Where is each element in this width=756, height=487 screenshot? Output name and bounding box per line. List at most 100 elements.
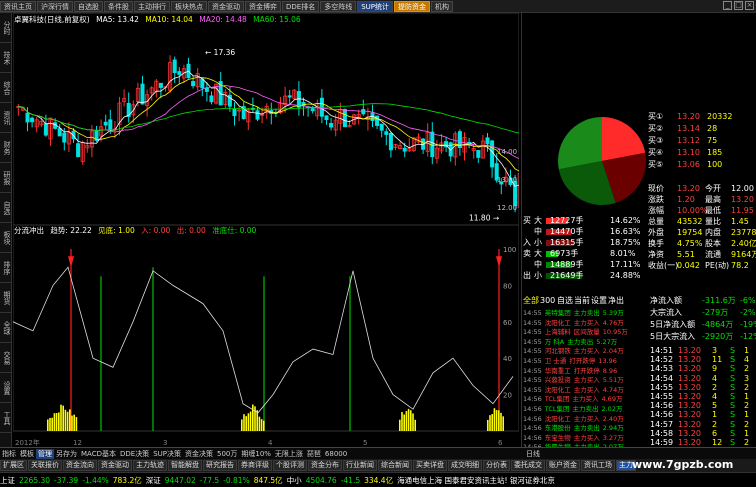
feed-row[interactable]: 14:55 河北钢铁 主力买入 2.04万: [523, 346, 627, 356]
function-toolbar-item[interactable]: 成交明细: [448, 460, 482, 471]
feed-row[interactable]: 14:56 东港股份 主力卖出 2.94万: [523, 423, 627, 433]
function-toolbar-item[interactable]: 账户资金: [546, 460, 580, 471]
indicator-toolbar-item[interactable]: 资金决策: [183, 449, 215, 459]
sh-pct: -1.44%: [82, 475, 109, 485]
function-toolbar-item[interactable]: 扩展区: [0, 460, 27, 471]
rail-item[interactable]: 工具: [0, 403, 12, 433]
indicator-toolbar-item[interactable]: 另存为: [54, 449, 79, 459]
ma10-label: MA10: 14.04: [145, 15, 193, 24]
feed-row[interactable]: 14:56 东宝生物 主力买入 3.27万: [523, 433, 627, 443]
nav-tab[interactable]: 资讯主页: [0, 0, 36, 12]
maximize-icon[interactable]: □: [734, 1, 743, 10]
rail-item[interactable]: 设置: [0, 373, 12, 403]
rail-item[interactable]: 分时: [0, 13, 12, 43]
feed-row[interactable]: 14:55 英特集团 主力卖出 5.39万: [523, 308, 627, 318]
indicator-toolbar-item[interactable]: 68000: [323, 450, 349, 458]
indicator-toolbar-item[interactable]: 琵琶: [305, 449, 323, 459]
indicator-toolbar-item[interactable]: 期缠10%: [239, 449, 273, 459]
flow-side: 买: [523, 216, 531, 225]
function-toolbar-item[interactable]: 关联报价: [28, 460, 62, 471]
function-toolbar-item[interactable]: 研究报告: [203, 460, 237, 471]
indicator-toolbar-item[interactable]: 模板: [18, 449, 36, 459]
indicator-toolbar-item[interactable]: DDE决策: [118, 449, 151, 459]
nav-tab[interactable]: SUP统计: [357, 0, 393, 12]
feed-tab[interactable]: 设置: [591, 296, 607, 306]
feed-row[interactable]: 14:56 TCL集团 主力卖出 2.02万: [523, 404, 625, 414]
rail-item[interactable]: 研报: [0, 163, 12, 193]
feed-row[interactable]: 14:56 TCL集团 主力买入 4.69万: [523, 394, 625, 404]
nav-tab[interactable]: DDE排名: [282, 0, 320, 12]
rail-item[interactable]: 交易: [0, 343, 12, 373]
function-toolbar-item[interactable]: 委托成交: [511, 460, 545, 471]
flow-size: 中: [534, 227, 542, 236]
feed-row[interactable]: 14:55 华南重工 打开跌停 8.96: [523, 366, 620, 376]
nav-tab[interactable]: 资金博弈: [245, 0, 281, 12]
rail-item[interactable]: 资讯: [0, 103, 12, 133]
indicator-toolbar-item[interactable]: 无限上涨: [273, 449, 305, 459]
stat-key2: 今开: [705, 184, 721, 193]
yellow-bar: [256, 410, 258, 431]
feed-row[interactable]: 14:55 沈阳化工 主力买入 4.76万: [523, 318, 627, 328]
feed-row[interactable]: 14:55 兴蓉投资 主力买入 5.51万: [523, 375, 627, 385]
indicator-toolbar-item[interactable]: SUP决策: [151, 449, 183, 459]
nav-tab[interactable]: 多空阵线: [320, 0, 357, 12]
nav-tab[interactable]: 资金驱动: [208, 0, 244, 12]
rail-item[interactable]: 板块: [0, 223, 12, 253]
feed-tab[interactable]: 全部: [523, 296, 539, 306]
feed-row[interactable]: 14:56 沈阳化工 主力买入 2.40万: [523, 414, 627, 424]
feed-tab[interactable]: 300: [540, 296, 555, 306]
feed-row[interactable]: 14:55 上海辅料 区间放量 10.95万: [523, 327, 631, 337]
feed-tab[interactable]: 当前: [574, 296, 590, 306]
close-icon[interactable]: ×: [745, 1, 754, 10]
function-toolbar-item[interactable]: 买卖详盘: [413, 460, 447, 471]
ind-trend: 趋势: 22.22: [50, 226, 92, 235]
feed-t: 14:55: [523, 376, 542, 385]
feed-row[interactable]: 14:55 万 科A 主力卖出 5.27万: [523, 337, 620, 347]
nav-tab[interactable]: 提防资金: [394, 0, 430, 12]
function-toolbar-item[interactable]: 行业新闻: [343, 460, 377, 471]
nav-tab[interactable]: 自选股: [74, 0, 103, 12]
kline-chart-area[interactable]: 14.00 13.00 12.00 ← 17.36 11.80 → 100 80 60 40 20…: [13, 13, 519, 447]
rail-item[interactable]: 全球: [0, 313, 12, 343]
function-toolbar-item[interactable]: 综合新闻: [378, 460, 412, 471]
indicator-toolbar-item[interactable]: 管理: [36, 448, 54, 459]
stat-value2: 11.95: [731, 206, 754, 215]
nav-tab[interactable]: 条件股: [104, 0, 133, 12]
function-toolbar-item[interactable]: 资金驱动: [98, 460, 132, 471]
function-toolbar-item[interactable]: 主力轨迹: [133, 460, 167, 471]
feed-tab[interactable]: 自选: [557, 296, 573, 306]
function-toolbar-item[interactable]: 资金分布: [308, 460, 342, 471]
ma60-label: MA60: 15.06: [253, 15, 301, 24]
function-toolbar-item[interactable]: 资讯工场: [581, 460, 615, 471]
nav-tab[interactable]: 主动排行: [134, 0, 170, 12]
rail-item[interactable]: 自选: [0, 193, 12, 223]
function-toolbar-item[interactable]: 分价表: [483, 460, 510, 471]
watermark: www.7gpzb.com: [632, 458, 734, 471]
rail-item[interactable]: 排序: [0, 253, 12, 283]
status-bar: 上证 2265.30 -37.39 -1.44% 783.2亿 深证 9447.…: [0, 472, 756, 487]
feed-row[interactable]: 14:55 卫 士通 打开跌停 13.96: [523, 356, 620, 366]
flow-side: 入: [523, 238, 531, 247]
nav-tab[interactable]: 板块热点: [171, 0, 207, 12]
indicator-toolbar-item[interactable]: MACD基本: [79, 449, 118, 459]
feed-tab[interactable]: 净出: [608, 296, 624, 306]
rail-item[interactable]: 综合: [0, 73, 12, 103]
function-toolbar-item[interactable]: 资金流向: [63, 460, 97, 471]
function-toolbar-item[interactable]: 个股评测: [273, 460, 307, 471]
rail-item[interactable]: 财务: [0, 133, 12, 163]
function-toolbar-item[interactable]: 券商评级: [238, 460, 272, 471]
nav-tab[interactable]: 机构: [431, 0, 453, 12]
ma20-label: MA20: 14.48: [199, 15, 247, 24]
rail-item[interactable]: 期货: [0, 283, 12, 313]
indicator-toolbar-item[interactable]: 500万: [215, 449, 239, 459]
yellow-bar: [487, 419, 489, 431]
rail-item[interactable]: 技术: [0, 43, 12, 73]
indicator-toolbar-item[interactable]: 指标: [0, 449, 18, 459]
period-selector[interactable]: 日线: [524, 449, 542, 459]
minimize-icon[interactable]: _: [723, 1, 732, 10]
feed-row[interactable]: 14:55 沈阳化工 主力买入 4.74万: [523, 385, 627, 395]
function-toolbar-item[interactable]: 智能解盘: [168, 460, 202, 471]
nav-tab[interactable]: 沪深行情: [37, 0, 73, 12]
stat-value: 10.00%: [677, 206, 708, 215]
stat-value2: 1.45: [731, 217, 749, 226]
